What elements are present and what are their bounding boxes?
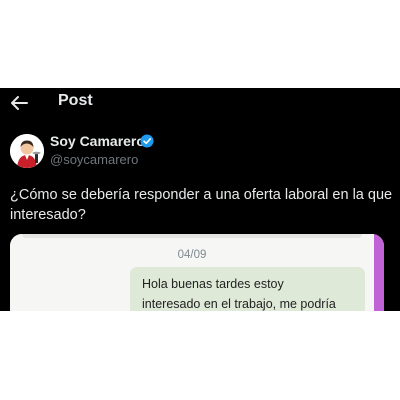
chat-screenshot: 04/09 Hola buenas tardes estoy interesad… [10, 234, 374, 311]
arrow-left-icon [11, 96, 28, 110]
post-header: Post [0, 88, 400, 118]
waiter-avatar-icon [10, 134, 44, 168]
post-text: ¿Cómo se debería responder a una oferta … [10, 185, 400, 225]
page-title: Post [58, 92, 93, 109]
media-accent-bar [374, 234, 384, 311]
verified-badge-icon [140, 134, 154, 148]
author-handle[interactable]: @soycamarero [50, 152, 138, 167]
post-screen: Post Soy Camarero @soycamarero ¿Cómo se … [0, 88, 400, 311]
chat-message-bubble: Hola buenas tardes estoy interesado en e… [130, 267, 365, 311]
back-button[interactable] [10, 95, 28, 111]
post-text-line: interesado? [10, 207, 86, 223]
avatar[interactable] [10, 134, 44, 168]
chat-message-line: Hola buenas tardes estoy [142, 277, 284, 291]
post-media-screenshot[interactable]: 04/09 Hola buenas tardes estoy interesad… [10, 234, 384, 311]
chat-date: 04/09 [177, 249, 207, 261]
author-name[interactable]: Soy Camarero [50, 133, 145, 149]
chat-divider [22, 234, 362, 238]
chat-message-line: interesado en el trabajo, me podría [142, 297, 336, 311]
post-text-line: ¿Cómo se debería responder a una oferta … [10, 187, 393, 203]
